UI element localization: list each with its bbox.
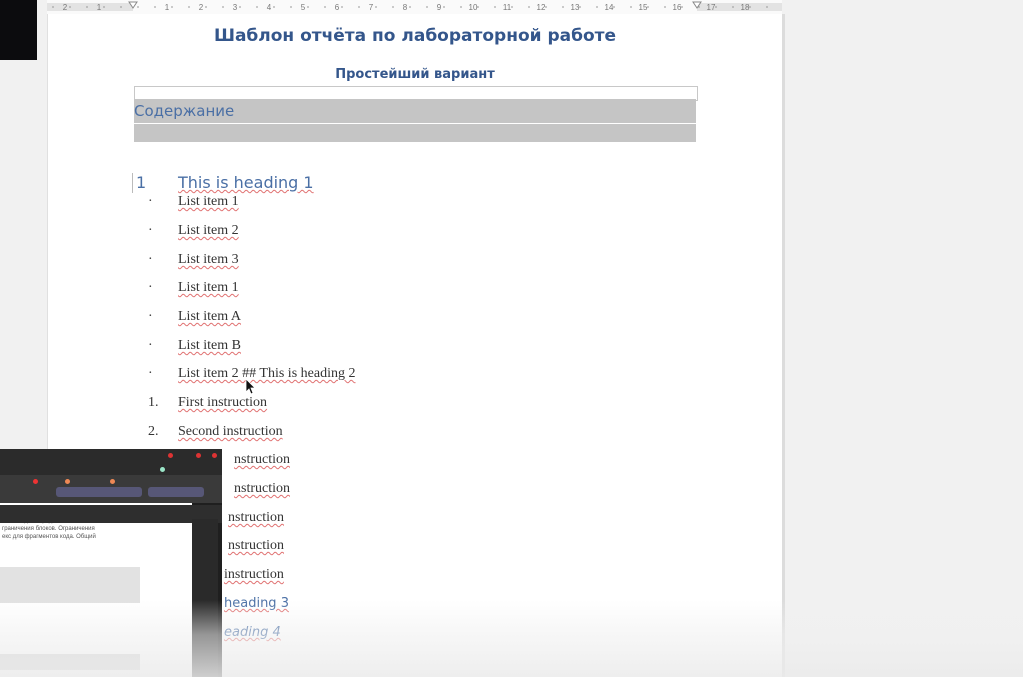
numbered-item-text: nstruction (234, 452, 290, 467)
ruler-tick-label: 4 (267, 3, 272, 12)
bullet-marker: · (148, 280, 153, 295)
right-indent-marker-icon[interactable] (692, 1, 702, 9)
ruler-tick-label: 1 (165, 3, 170, 12)
overlay-bookmark-icon (65, 479, 70, 484)
ruler-tick-label: 16 (673, 3, 682, 12)
list-item-text: List item 2 (178, 223, 239, 238)
numbered-item-text: First instruction (178, 395, 268, 410)
number-marker: 1. (148, 395, 159, 410)
overlay-scrollbar (192, 519, 218, 677)
ruler-tick-label: 18 (741, 3, 750, 12)
overlay-bookmark-icon (110, 479, 115, 484)
list-item-text: List item 1 (178, 194, 239, 209)
overlay-toolbar-pill (148, 487, 204, 497)
ruler-ticks: 2 1 1 2 3 4 5 6 7 8 9 10 11 12 13 14 15 16 17 18 (52, 1, 768, 12)
ruler-tick-label: 13 (571, 3, 580, 12)
ruler-tick-label: 15 (639, 3, 648, 12)
overlay-extension-icon (160, 467, 165, 472)
number-marker: 2. (148, 424, 159, 439)
page-title: Шаблон отчёта по лабораторной работе (213, 26, 617, 46)
heading-1-text: This is heading 1 (178, 173, 314, 192)
mouse-cursor-icon (245, 378, 256, 395)
numbered-item-text: nstruction (234, 481, 290, 496)
bullet-marker: · (148, 252, 153, 267)
ruler-tick-label: 2 (63, 3, 68, 12)
text-cursor-marker (132, 173, 133, 193)
ruler-tick-label: 3 (233, 3, 238, 12)
overlay-text-line: граничения блоков. Ограничения (2, 526, 95, 532)
overlay-control-dot-icon (212, 453, 217, 458)
bullet-marker: · (148, 223, 153, 238)
ruler-tick-label: 6 (335, 3, 340, 12)
overlay-tab-bar (0, 449, 222, 475)
bullet-marker: · (148, 338, 153, 353)
numbered-item-text: Second instruction (178, 424, 283, 439)
toc-field[interactable] (134, 124, 696, 142)
ruler-tick-label: 12 (537, 3, 546, 12)
overlay-close-dot-icon (168, 453, 173, 458)
list-item-text: List item 3 (178, 252, 239, 267)
ruler-tick-label: 2 (199, 3, 204, 12)
ruler-tick-label: 17 (707, 3, 716, 12)
list-item-text: List item B (178, 338, 241, 353)
numbered-item-text: nstruction (228, 538, 284, 553)
ruler-tick-label: 8 (403, 3, 408, 12)
overlay-bookmark-icon (33, 479, 38, 484)
webcam-thumbnail (0, 0, 37, 60)
ruler-tick-label: 11 (503, 3, 512, 12)
ruler-tick-label: 14 (605, 3, 614, 12)
overlay-toolbar-pill (56, 487, 142, 497)
ruler-tick-label: 1 (97, 3, 102, 12)
overlay-text-line: екс для фрагментов кода. Общий (2, 534, 96, 540)
overlay-document-toolbar (0, 505, 222, 523)
page-subtitle: Простейший вариант (335, 67, 495, 82)
list-item-text: List item 2 ## This is heading 2 (178, 366, 356, 381)
list-item-text: List item 1 (178, 280, 239, 295)
list-item-text: List item A (178, 309, 241, 324)
overlay-window-thumbnail[interactable]: тогие коды и предложений, так и как гран… (0, 449, 222, 677)
bullet-marker: · (148, 366, 153, 381)
bullet-marker: · (148, 309, 153, 324)
ruler-tick-label: 10 (469, 3, 478, 12)
ruler-tick-label: 5 (301, 3, 306, 12)
overlay-grey-block (0, 567, 140, 603)
heading-1-number: 1 (136, 173, 147, 192)
ruler-tick-label: 9 (437, 3, 442, 12)
overlay-control-dot-icon (196, 453, 201, 458)
heading-3-partial[interactable]: heading 3 (224, 596, 289, 611)
horizontal-ruler[interactable]: 2 1 1 2 3 4 5 6 7 8 9 10 11 12 13 14 15 16 17 18 (47, 0, 782, 15)
heading-4-partial[interactable]: eading 4 (224, 625, 281, 640)
ruler-tick-label: 7 (369, 3, 374, 12)
numbered-item-text: nstruction (228, 510, 284, 525)
indent-marker-icon[interactable] (128, 1, 138, 9)
overlay-toolbar (0, 475, 222, 503)
toc-heading[interactable]: Содержание (134, 99, 696, 123)
bullet-marker: · (148, 194, 153, 209)
overlay-grey-block (0, 654, 140, 670)
numbered-item-text: instruction (224, 567, 284, 582)
